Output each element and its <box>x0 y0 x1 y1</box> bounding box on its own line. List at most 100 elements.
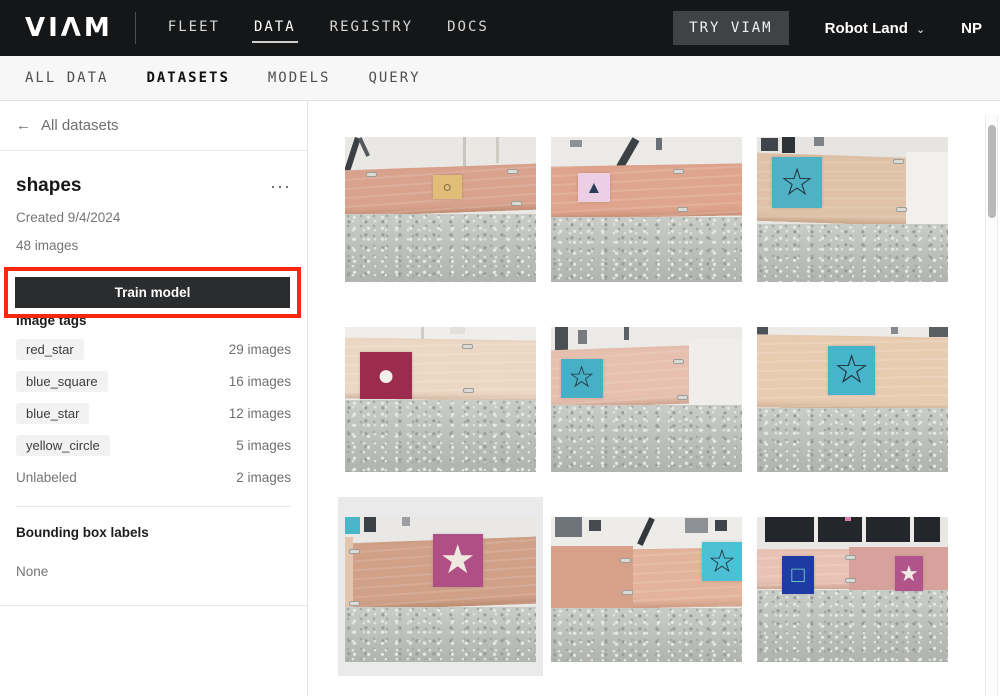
wall-hinge <box>845 555 856 560</box>
photo-background-detail <box>715 520 726 532</box>
nav-item-docs[interactable]: DOCS <box>445 13 491 43</box>
nav-item-data[interactable]: DATA <box>252 13 298 43</box>
wall-hinge <box>845 578 856 583</box>
back-to-datasets-link[interactable]: ← All datasets <box>0 101 307 151</box>
tag-count: 29 images <box>229 342 291 357</box>
back-arrow-icon: ← <box>16 117 31 134</box>
photo-background-detail <box>364 517 375 532</box>
image-thumbnail[interactable]: ● <box>345 327 536 472</box>
nav-item-registry[interactable]: REGISTRY <box>328 13 415 43</box>
photo-background-detail <box>496 137 499 163</box>
tab-models[interactable]: MODELS <box>268 70 331 86</box>
scrollbar[interactable] <box>985 115 998 696</box>
photo-background-detail <box>929 327 948 337</box>
thumbnail-photo: ▲ <box>551 137 742 282</box>
thumbnail-photo: ☆ <box>757 137 948 282</box>
wall-hinge <box>507 169 518 174</box>
photo-background-detail <box>463 137 466 166</box>
org-name: Robot Land <box>825 20 908 37</box>
shape-card: ★ <box>433 534 483 586</box>
image-thumbnail[interactable]: ☆ <box>551 327 742 472</box>
photo-background-detail <box>421 327 424 339</box>
wall-hinge <box>349 601 360 606</box>
photo-background-detail <box>637 517 654 546</box>
tag-pill-blue-square[interactable]: blue_square <box>16 371 108 392</box>
dataset-sidebar: ← All datasets shapes ··· Created 9/4/20… <box>0 101 308 696</box>
photo-background-detail <box>555 327 568 350</box>
wall-hinge <box>349 549 360 554</box>
wall-hinge <box>463 388 474 393</box>
annotation-highlight: Train model <box>4 267 301 318</box>
image-thumbnail[interactable]: ○ <box>345 137 536 282</box>
photo-background-detail <box>358 137 370 157</box>
wall-hinge <box>673 169 684 174</box>
image-thumbnail[interactable]: ☆ <box>757 137 948 282</box>
card-shape-glyph: ☆ <box>568 363 595 393</box>
shape-card: ☆ <box>702 542 742 581</box>
thumbnail-photo: ☆ <box>551 517 742 662</box>
user-avatar[interactable]: NP <box>961 20 982 37</box>
tag-pill-yellow-circle[interactable]: yellow_circle <box>16 435 110 456</box>
card-shape-glyph: ● <box>377 361 395 391</box>
tag-pill-red-star[interactable]: red_star <box>16 339 84 360</box>
tag-count: 2 images <box>236 470 291 485</box>
nav-item-fleet[interactable]: FLEET <box>166 13 222 43</box>
thumbnail-photo: ☆ <box>757 327 948 472</box>
photo-wall-section <box>689 339 742 412</box>
card-shape-glyph: ▲ <box>586 179 603 196</box>
card-shape-glyph: ★ <box>440 540 476 580</box>
scrollbar-thumb[interactable] <box>988 125 996 218</box>
photo-floor <box>345 214 536 282</box>
wall-hinge <box>620 558 631 563</box>
shape-card: ○ <box>433 175 462 200</box>
image-thumbnail[interactable]: ★ <box>345 517 536 662</box>
tab-all-data[interactable]: ALL DATA <box>25 70 108 86</box>
tag-row-blue-star: blue_star12 images <box>16 402 291 424</box>
wall-hinge <box>677 395 688 400</box>
shape-card: ● <box>360 352 412 400</box>
more-options-icon[interactable]: ··· <box>270 181 291 191</box>
image-thumbnail[interactable]: □★ <box>757 517 948 662</box>
tag-count: 16 images <box>229 374 291 389</box>
photo-background-detail <box>570 140 581 147</box>
photo-background-detail <box>656 138 662 150</box>
photo-background-detail <box>814 137 824 146</box>
photo-background-detail <box>402 517 410 526</box>
tag-row-blue-square: blue_square 16 images <box>16 370 291 392</box>
photo-background-detail <box>589 520 600 532</box>
image-tags-list: red_star29 imagesblue_square16 imagesblu… <box>16 338 291 488</box>
tag-row-yellow-circle: yellow_circle 5 images <box>16 434 291 456</box>
try-viam-button[interactable]: TRY VIAM <box>673 11 788 45</box>
thumbnail-photo: ○ <box>345 137 536 282</box>
image-thumbnail[interactable]: ☆ <box>551 517 742 662</box>
tab-datasets[interactable]: DATASETS <box>146 70 229 86</box>
tab-query[interactable]: QUERY <box>368 70 420 86</box>
wall-hinge <box>622 590 633 595</box>
tag-row-red-star: red_star 29 images <box>16 338 291 360</box>
card-shape-glyph: ○ <box>443 180 452 195</box>
viam-logo[interactable]: VIΛM <box>25 13 113 43</box>
photo-wall-section <box>551 546 633 611</box>
top-nav-items: FLEET DATA REGISTRY DOCS <box>166 13 491 43</box>
card-shape-glyph: ☆ <box>780 164 814 202</box>
photo-background-detail <box>910 517 914 542</box>
shape-card: □ <box>782 556 814 594</box>
tag-count: 5 images <box>236 438 291 453</box>
photo-floor <box>757 590 948 663</box>
image-thumbnail[interactable]: ☆ <box>757 327 948 472</box>
photo-background-detail <box>624 327 630 340</box>
shape-card: ☆ <box>772 157 822 208</box>
tag-pill-blue-star[interactable]: blue_star <box>16 403 89 424</box>
photo-background-detail <box>862 517 866 542</box>
photo-floor <box>551 217 742 282</box>
image-thumbnail[interactable]: ▲ <box>551 137 742 282</box>
photo-background-detail <box>765 517 941 542</box>
train-model-button[interactable]: Train model <box>15 277 290 308</box>
photo-background-detail <box>616 137 639 168</box>
wall-hinge <box>462 344 473 349</box>
photo-floor <box>345 607 536 662</box>
org-selector[interactable]: Robot Land ⌄ <box>825 20 926 37</box>
shape-card: ☆ <box>561 359 603 398</box>
wall-hinge <box>366 172 377 177</box>
photo-background-detail <box>845 517 851 521</box>
